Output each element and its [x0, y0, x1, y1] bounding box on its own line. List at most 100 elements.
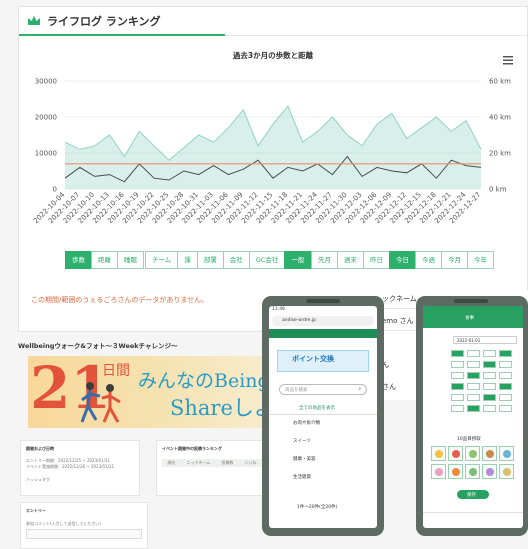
period-this-month-button[interactable]: 今月: [441, 251, 468, 269]
food-item-tile[interactable]: [448, 464, 463, 479]
event-period-text: イベント実施期間：2022/12/26 ~ 2023/01/31: [26, 464, 115, 469]
meal-option-chip[interactable]: [499, 361, 512, 368]
meal-option-chip[interactable]: [467, 394, 480, 401]
post-ranking-title: イベント期間中の投稿ランキング: [162, 446, 222, 451]
ten-items-title: 10品目摂取: [457, 437, 481, 442]
period-yesterday-button[interactable]: 昨日: [363, 251, 390, 269]
meal-header-title: 食事: [465, 316, 474, 321]
meal-option-chip[interactable]: [467, 383, 480, 390]
crown-icon: [28, 16, 40, 25]
meal-option-chip[interactable]: [467, 361, 480, 368]
shop-screen: 11:46 andise-ordre.jp ポイント交換 商品を検索 ⌕ 全ての…: [269, 306, 377, 528]
points-banner-text: ポイント交換: [292, 355, 334, 363]
scope-department-button[interactable]: 部署: [196, 251, 224, 269]
entry-hint: 参加コメント(入力して送信してください): [26, 521, 101, 526]
y-left-tick-label: 0: [53, 186, 57, 194]
metric-distance-button[interactable]: 距離: [91, 251, 118, 269]
search-placeholder: 商品を検索: [285, 388, 308, 393]
meal-option-chip[interactable]: [499, 383, 512, 390]
food-item-tile[interactable]: [482, 446, 497, 461]
meal-option-chip[interactable]: [467, 350, 480, 357]
scope-team-button[interactable]: チーム: [145, 251, 179, 269]
period-this-year-button[interactable]: 今年: [467, 251, 494, 269]
meal-option-chip[interactable]: [483, 350, 496, 357]
period-last-month-button[interactable]: 先月: [311, 251, 338, 269]
series-area: [65, 106, 481, 189]
period-button-group: 先月 週末 昨日 今日 今週 今月 今年: [311, 251, 494, 269]
meal-option-chip[interactable]: [467, 372, 480, 379]
meal-option-chip[interactable]: [483, 394, 496, 401]
food-item-tile[interactable]: [499, 464, 514, 479]
period-this-week-button[interactable]: 今週: [415, 251, 442, 269]
meal-option-chip[interactable]: [451, 361, 464, 368]
food-item-tile[interactable]: [431, 464, 446, 479]
menu-item-health-beauty[interactable]: 健康・美容: [293, 456, 316, 462]
menu-item-meat-seafood[interactable]: お肉や魚介類: [293, 420, 320, 426]
meal-option-chip[interactable]: [467, 405, 480, 412]
url-bar[interactable]: andise-ordre.jp: [272, 316, 374, 326]
search-icon[interactable]: ⌕: [358, 386, 361, 392]
meal-option-chip[interactable]: [451, 394, 464, 401]
meal-option-chip[interactable]: [483, 383, 496, 390]
period-today-button[interactable]: 今日: [389, 251, 416, 269]
product-search-input[interactable]: 商品を検索 ⌕: [279, 384, 367, 395]
all-items-link[interactable]: 全ての商品を表示: [299, 405, 335, 411]
food-item-tile[interactable]: [499, 446, 514, 461]
banner-line-1: みんなのBeing: [138, 370, 270, 392]
chart-menu-icon[interactable]: [503, 56, 513, 65]
food-item-tile[interactable]: [482, 464, 497, 479]
y-right-tick-label: 0 km: [489, 186, 507, 194]
food-icon: [503, 468, 511, 476]
wellbeing-banner[interactable]: 21 日間 みんなのBeing Shareしよう: [28, 356, 288, 428]
shop-nav-bar: [269, 329, 377, 338]
meal-option-chip[interactable]: [483, 405, 496, 412]
event-period-panel: 期間および日時 エントリー期間：2022/12/25 ~ 2023/01/31 …: [20, 440, 140, 496]
period-weekend-button[interactable]: 週末: [337, 251, 364, 269]
food-item-tile[interactable]: [431, 446, 446, 461]
points-banner[interactable]: ポイント交換: [277, 350, 369, 372]
meal-option-chip[interactable]: [483, 361, 496, 368]
header-divider: [225, 35, 527, 36]
phone-mockup-shop: 11:46 andise-ordre.jp ポイント交換 商品を検索 ⌕ 全ての…: [262, 296, 384, 536]
nickname-row: emo さん: [382, 317, 414, 325]
hashtag-label: ハッシュタグ: [26, 477, 50, 482]
food-icon: [452, 450, 460, 458]
chart-title: 過去3か月の歩数と距離: [233, 50, 314, 60]
meal-header: 食事: [423, 306, 523, 328]
meal-option-chip[interactable]: [451, 383, 464, 390]
pager-text: 1件～20件(全20件): [297, 505, 338, 510]
metric-steps-button[interactable]: 歩数: [65, 251, 92, 269]
meal-option-chip[interactable]: [499, 405, 512, 412]
food-item-tile[interactable]: [465, 446, 480, 461]
menu-item-daily-goods[interactable]: 生活雑貨: [293, 474, 311, 480]
banner-days: 日間: [102, 363, 130, 379]
lifelog-ranking-card: ライフログ ランキング 過去3か月の歩数と距離 0 0 km 10000 20 km 2…: [18, 6, 528, 332]
phone-mockup-meal: 食事 2022-01-01 10品目摂取 保存: [416, 296, 528, 536]
scope-section-button[interactable]: 課: [177, 251, 198, 269]
ranking-col-rank: 順位: [167, 460, 176, 465]
meal-option-chip[interactable]: [451, 350, 464, 357]
meal-option-chip[interactable]: [451, 405, 464, 412]
meal-option-chip[interactable]: [451, 372, 464, 379]
scope-gc-company-button[interactable]: GC会社: [248, 251, 286, 269]
food-item-tile[interactable]: [448, 446, 463, 461]
status-time: 11:46: [272, 307, 285, 312]
no-data-message: この期間/範囲のうぇるごろさんのデータがありません。: [31, 296, 209, 304]
food-icon-grid: [431, 446, 515, 482]
bottom-nav: [423, 512, 523, 528]
y-right-tick-label: 60 km: [489, 78, 511, 86]
food-icon: [469, 468, 477, 476]
meal-option-chip[interactable]: [499, 394, 512, 401]
metric-sleep-button[interactable]: 睡眠: [117, 251, 144, 269]
food-item-tile[interactable]: [465, 464, 480, 479]
food-icon: [452, 468, 460, 476]
entry-comment-input[interactable]: [26, 529, 142, 539]
scope-company-button[interactable]: 会社: [222, 251, 250, 269]
meal-option-chip[interactable]: [499, 350, 512, 357]
meal-date-input[interactable]: 2022-01-01: [453, 336, 517, 344]
menu-item-sweets[interactable]: スイーツ: [293, 438, 311, 444]
scope-general-button[interactable]: 一般: [284, 251, 312, 269]
meal-option-chip[interactable]: [499, 372, 512, 379]
meal-option-chip[interactable]: [483, 372, 496, 379]
save-button[interactable]: 保存: [457, 490, 489, 499]
